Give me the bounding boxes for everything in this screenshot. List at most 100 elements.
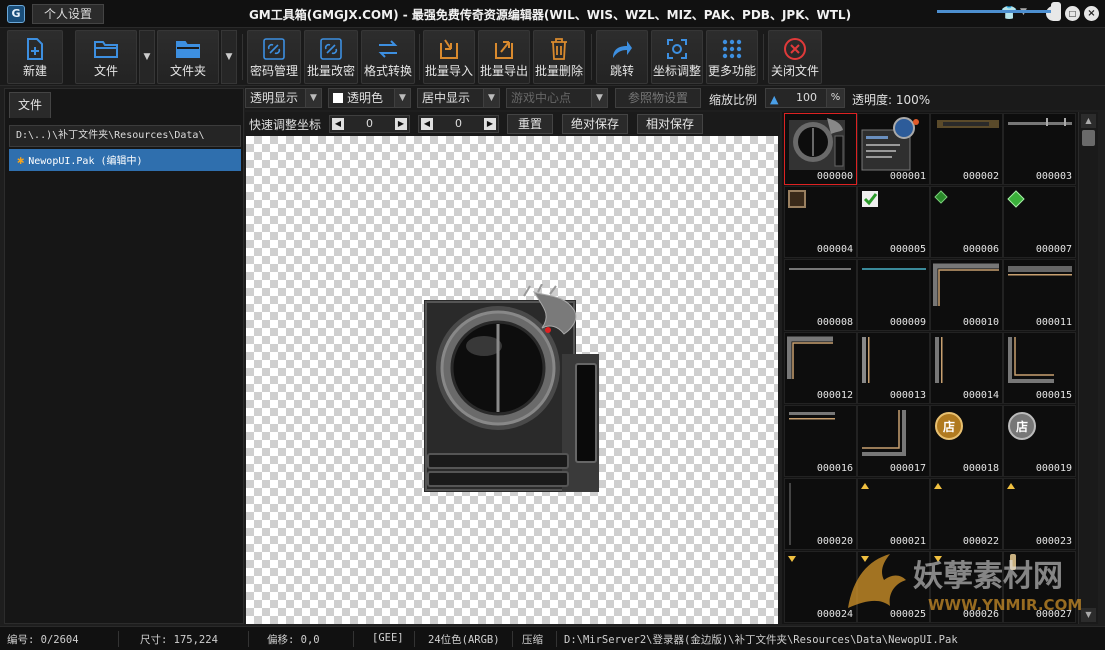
thumbnail-image (860, 479, 870, 493)
thumbnail-cell-000018[interactable]: 店 000018 (930, 405, 1003, 477)
thumbnail-cell-000024[interactable]: 000024 (784, 551, 857, 623)
increment-x-icon[interactable]: ▶ (395, 118, 407, 130)
thumbnail-cell-000007[interactable]: 000007 (1003, 186, 1076, 258)
thumbnail-cell-000026[interactable]: 000026 (930, 551, 1003, 623)
thumbnail-cell-000020[interactable]: 000020 (784, 478, 857, 550)
thumbnail-cell-000003[interactable]: 000003 (1003, 113, 1076, 185)
format-convert-button[interactable]: 格式转换 (361, 30, 415, 84)
scroll-up-icon[interactable]: ▲ (1081, 114, 1096, 128)
thumbnail-cell-000022[interactable]: 000022 (930, 478, 1003, 550)
file-dropdown-icon[interactable]: ▼ (139, 30, 155, 84)
thumbnail-cell-000010[interactable]: 000010 (930, 259, 1003, 331)
personal-settings-button[interactable]: 个人设置 (32, 4, 104, 24)
thumbnail-number: 000026 (962, 609, 999, 620)
absolute-save-button[interactable]: 绝对保存 (562, 114, 628, 134)
center-display-value: 居中显示 (422, 91, 471, 105)
thumbnail-number: 000017 (889, 463, 926, 474)
status-depth: 24位色(ARGB) (428, 634, 500, 646)
app-logo-icon: G (7, 5, 25, 23)
thumbnail-number: 000007 (1035, 244, 1072, 255)
relative-save-button[interactable]: 相对保存 (637, 114, 703, 134)
scroll-thumb[interactable] (1082, 130, 1095, 146)
folder-button-label: 文件夹 (169, 64, 206, 78)
file-button[interactable]: 文件 (75, 30, 137, 84)
thumbnail-number: 000000 (816, 171, 853, 182)
thumbnail-cell-000021[interactable]: 000021 (857, 478, 930, 550)
batch-delete-button[interactable]: 批量删除 (533, 30, 585, 84)
thumbnail-cell-000001[interactable]: 000001 (857, 113, 930, 185)
status-compress: 压缩 (522, 634, 543, 646)
thumbnail-grid: 000000 000001 000002 000003 000004 000005 0000… (782, 112, 1078, 624)
maximize-button[interactable]: □ (1065, 6, 1080, 21)
batch-export-button[interactable]: 批量导出 (478, 30, 530, 84)
game-center-select[interactable]: 游戏中心点 ▼ (506, 88, 608, 108)
opacity-slider-track[interactable] (937, 10, 1057, 13)
close-circle-icon (769, 37, 821, 61)
thumbnail-cell-000011[interactable]: 000011 (1003, 259, 1076, 331)
password-manage-button[interactable]: 密码管理 (247, 30, 301, 84)
thumbnail-cell-000000[interactable]: 000000 (784, 113, 857, 185)
thumbnail-image (933, 189, 949, 208)
close-file-button[interactable]: 关闭文件 (768, 30, 822, 84)
file-panel: 文件 D:\..)\补丁文件夹\Resources\Data\ ✱ NewopUI… (4, 88, 244, 624)
thumbnail-cell-000002[interactable]: 000002 (930, 113, 1003, 185)
folder-path[interactable]: D:\..)\补丁文件夹\Resources\Data\ (9, 125, 241, 147)
thumbnail-image (860, 408, 910, 461)
file-list-item[interactable]: ✱ NewopUI.Pak (编辑中) (9, 149, 241, 171)
close-file-label: 关闭文件 (770, 64, 819, 78)
thumbnail-image (933, 116, 999, 139)
thumbnail-image (786, 335, 853, 382)
batch-password-button[interactable]: 批量改密 (304, 30, 358, 84)
file-name: NewopUI.Pak (编辑中) (28, 156, 143, 167)
scroll-down-icon[interactable]: ▼ (1081, 608, 1096, 622)
thumbnail-cell-000014[interactable]: 000014 (930, 332, 1003, 404)
thumbnail-cell-000009[interactable]: 000009 (857, 259, 930, 331)
new-button-label: 新建 (22, 64, 47, 78)
thumbnail-image (1006, 189, 1026, 212)
thumbnail-number: 000003 (1035, 171, 1072, 182)
close-window-button[interactable]: × (1084, 6, 1099, 21)
thumbnail-cell-000012[interactable]: 000012 (784, 332, 857, 404)
increment-y-icon[interactable]: ▶ (484, 118, 496, 130)
transparent-color-select[interactable]: 透明色 ▼ (328, 88, 411, 108)
coord-y-spinner[interactable]: ◀ 0 ▶ (418, 115, 499, 133)
thumbnail-cell-000023[interactable]: 000023 (1003, 478, 1076, 550)
thumbnail-cell-000016[interactable]: 000016 (784, 405, 857, 477)
jump-button[interactable]: 跳转 (596, 30, 648, 84)
white-swatch (333, 93, 343, 103)
zoom-label: 缩放比例 (709, 93, 758, 107)
reference-setting-button[interactable]: 参照物设置 (615, 88, 701, 108)
opacity-slider-thumb[interactable] (1051, 2, 1061, 21)
thumbnail-cell-000025[interactable]: 000025 (857, 551, 930, 623)
thumbnail-cell-000015[interactable]: 000015 (1003, 332, 1076, 404)
chevron-down-icon: ▼ (483, 89, 499, 107)
center-display-select[interactable]: 居中显示 ▼ (417, 88, 500, 108)
grid-dots-icon (707, 37, 757, 61)
thumbnail-image (860, 552, 870, 566)
thumbnail-image (787, 189, 807, 212)
thumbnail-number: 000006 (962, 244, 999, 255)
thumbnail-cell-000027[interactable]: 000027 (1003, 551, 1076, 623)
coord-x-spinner[interactable]: ◀ 0 ▶ (329, 115, 410, 133)
new-button[interactable]: 新建 (7, 30, 63, 84)
tab-file[interactable]: 文件 (9, 92, 51, 118)
coord-adjust-button[interactable]: 坐标调整 (651, 30, 703, 84)
more-functions-button[interactable]: 更多功能 (706, 30, 758, 84)
thumbnail-cell-000017[interactable]: 000017 (857, 405, 930, 477)
folder-dropdown-icon[interactable]: ▼ (221, 30, 237, 84)
chevron-down-icon: ▼ (591, 89, 607, 107)
zoom-input[interactable]: ▲ 100 % (765, 88, 845, 108)
thumbnail-cell-000004[interactable]: 000004 (784, 186, 857, 258)
batch-import-button[interactable]: 批量导入 (423, 30, 475, 84)
reset-button[interactable]: 重置 (507, 114, 553, 134)
thumbnail-cell-000008[interactable]: 000008 (784, 259, 857, 331)
folder-button[interactable]: 文件夹 (157, 30, 219, 84)
thumbnail-number: 000014 (962, 390, 999, 401)
editing-star-icon: ✱ (17, 153, 25, 167)
thumbnail-cell-000013[interactable]: 000013 (857, 332, 930, 404)
thumbnail-cell-000005[interactable]: 000005 (857, 186, 930, 258)
thumbnail-cell-000019[interactable]: 店 000019 (1003, 405, 1076, 477)
transparent-display-select[interactable]: 透明显示 ▼ (245, 88, 322, 108)
thumbnail-scrollbar[interactable]: ▲ ▼ (1078, 112, 1098, 624)
thumbnail-cell-000006[interactable]: 000006 (930, 186, 1003, 258)
